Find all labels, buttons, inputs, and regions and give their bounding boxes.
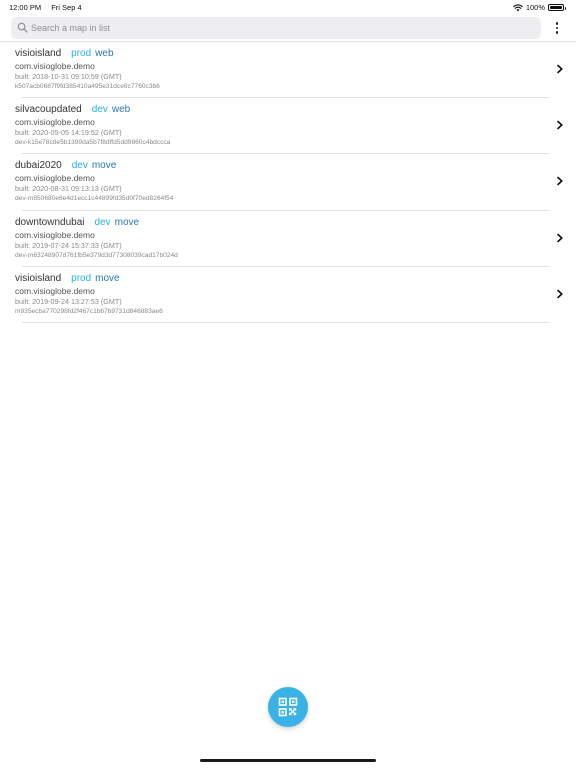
env-tag: prod <box>71 48 92 59</box>
chevron-right-icon <box>557 289 563 299</box>
list-item[interactable]: dubai2020 dev move com.visioglobe.demo bui… <box>0 154 576 211</box>
status-bar: 12:00 PM Fri Sep 4 100% <box>0 0 576 14</box>
search-icon <box>17 22 28 33</box>
build-date: built: 2019-07-24 15:37:33 (GMT) <box>15 240 122 250</box>
build-hash: dev-m63248907d761fb5e379d3d77308039cad17… <box>15 251 178 259</box>
map-title: silvacoupdated dev web <box>15 104 546 116</box>
package-name: com.visioglobe.demo <box>15 285 95 296</box>
env-tag: prod <box>71 272 92 284</box>
map-name: dubai2020 <box>15 160 62 172</box>
divider <box>22 321 549 323</box>
scan-qr-button[interactable] <box>268 687 308 727</box>
battery-percent: 100% <box>525 3 545 12</box>
map-list: visioisland prod web com.visioglobe.demo b… <box>0 42 576 323</box>
type-tag: web <box>95 48 114 59</box>
build-date: built: 2020-08-31 09:13:13 (GMT) <box>15 184 122 194</box>
map-name: downtowndubai <box>15 216 85 228</box>
env-tag: dev <box>91 104 108 116</box>
map-title: downtowndubai dev move <box>15 217 546 229</box>
more-vertical-icon[interactable] <box>551 20 563 36</box>
status-right: 100% <box>513 3 566 12</box>
status-left: 12:00 PM Fri Sep 4 <box>9 3 90 12</box>
search-bar <box>0 16 576 42</box>
chevron-right-icon <box>557 120 563 130</box>
status-date: Fri Sep 4 <box>51 3 82 12</box>
search-box[interactable] <box>11 17 541 39</box>
list-item[interactable]: visioisland prod web com.visioglobe.demo b… <box>0 42 576 99</box>
search-input[interactable] <box>31 17 531 39</box>
map-name: silvacoupdated <box>15 104 82 116</box>
map-name: visioisland <box>15 272 62 284</box>
list-item[interactable]: downtowndubai dev move com.visioglobe.demo… <box>0 211 576 267</box>
wifi-icon <box>513 4 523 11</box>
chevron-right-icon <box>557 233 563 242</box>
build-date: built: 2020-05-05 14:19:52 (GMT) <box>15 128 122 138</box>
chevron-right-icon <box>557 64 563 74</box>
qr-code-icon <box>278 697 298 717</box>
build-date: built: 2018-10-31 09:10:59 (GMT) <box>15 72 122 81</box>
list-item[interactable]: silvacoupdated dev web com.visioglobe.demo… <box>0 98 576 155</box>
status-time: 12:00 PM <box>9 3 42 12</box>
map-title: visioisland prod web <box>15 48 546 60</box>
map-title: dubai2020 dev move <box>15 160 546 172</box>
map-name: visioisland <box>15 48 62 59</box>
list-item[interactable]: visioisland prod move com.visioglobe.demo … <box>0 267 576 323</box>
build-date: built: 2019-09-24 13:27:53 (GMT) <box>15 296 122 306</box>
package-name: com.visioglobe.demo <box>15 229 95 240</box>
home-indicator <box>200 759 376 762</box>
chevron-right-icon <box>557 177 563 186</box>
package-name: com.visioglobe.demo <box>15 117 95 128</box>
build-hash: k507acb0687f9fd385410a495e31dce6c7760c3b… <box>15 83 160 90</box>
build-hash: m935ecba770298fd2f467c1b67b9731d846883ae… <box>15 307 163 315</box>
env-tag: dev <box>94 216 111 228</box>
build-hash: dev-m850680e6e4d1ecc1c44899fd35d0f70ed82… <box>15 195 174 203</box>
package-name: com.visioglobe.demo <box>15 61 95 71</box>
build-hash: dev-k15e78c8e5b1399da5b7f8dffd5dd9860c4b… <box>15 139 171 147</box>
package-name: com.visioglobe.demo <box>15 173 95 184</box>
type-tag: move <box>114 216 140 228</box>
env-tag: dev <box>71 160 88 172</box>
type-tag: move <box>95 272 120 284</box>
map-title: visioisland prod move <box>15 273 546 285</box>
type-tag: move <box>91 160 117 172</box>
type-tag: web <box>111 104 131 116</box>
battery-icon <box>548 4 566 11</box>
